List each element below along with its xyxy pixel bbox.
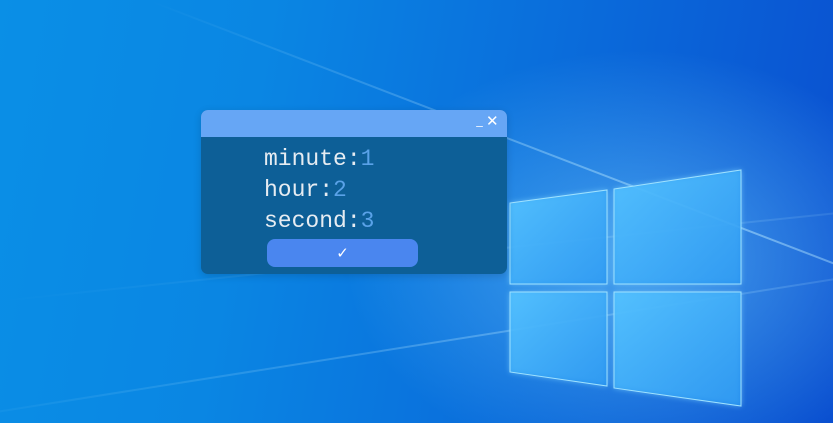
checkmark-icon: ✓ (336, 244, 349, 262)
minute-field: minute:1 (264, 146, 374, 172)
second-value[interactable]: 3 (361, 208, 375, 234)
minute-value[interactable]: 1 (361, 146, 375, 172)
minute-label: minute: (264, 146, 361, 172)
minimize-icon[interactable]: _ (475, 113, 484, 129)
logo-pane (613, 169, 742, 285)
second-field: second:3 (264, 208, 374, 234)
confirm-button[interactable]: ✓ (267, 239, 418, 267)
time-dialog: _ ✕ minute:1 hour:2 second:3 ✓ (201, 110, 507, 274)
dialog-titlebar[interactable]: _ ✕ (201, 110, 507, 137)
logo-pane (613, 291, 742, 407)
second-label: second: (264, 208, 361, 234)
hour-label: hour: (264, 177, 334, 203)
hour-field: hour:2 (264, 177, 347, 203)
dialog-body: minute:1 hour:2 second:3 ✓ (201, 137, 507, 274)
logo-pane (509, 291, 608, 387)
close-icon[interactable]: ✕ (486, 112, 499, 130)
window-controls: _ ✕ (475, 112, 498, 130)
logo-pane (509, 189, 608, 285)
hour-value[interactable]: 2 (333, 177, 347, 203)
